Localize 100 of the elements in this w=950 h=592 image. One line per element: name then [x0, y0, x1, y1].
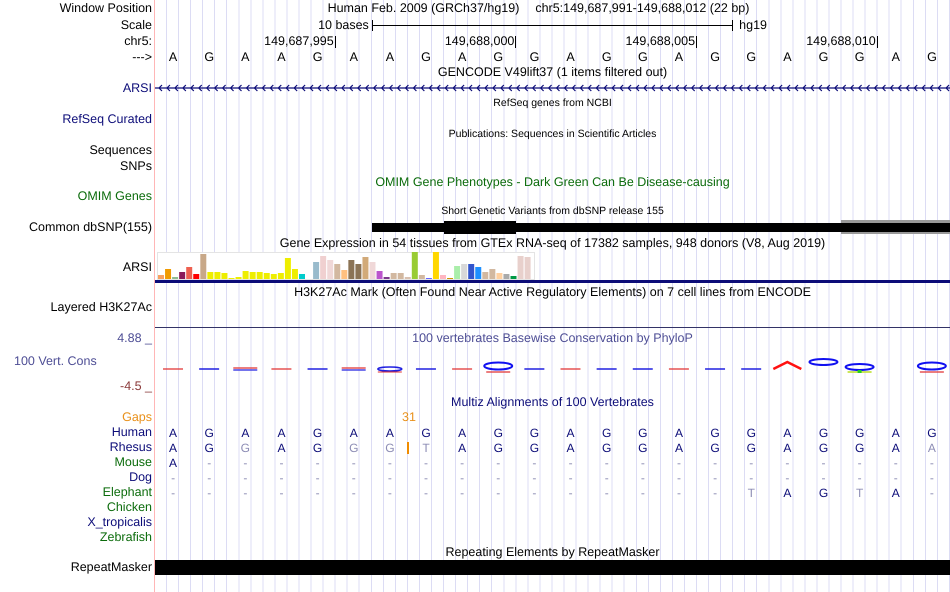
- aligned-base: A: [241, 426, 250, 438]
- aligned-base: -: [207, 472, 212, 484]
- aligned-base: G: [530, 442, 540, 454]
- aligned-base: -: [352, 486, 356, 498]
- aligned-base: T: [422, 442, 430, 454]
- aligned-base: -: [749, 472, 754, 484]
- aligned-base: A: [386, 426, 394, 438]
- track-title: Short Genetic Variants from dbSNP release 155: [441, 206, 664, 217]
- species-label[interactable]: Dog: [0, 470, 155, 485]
- aligned-base: -: [822, 472, 826, 484]
- base-letter: A: [384, 51, 396, 64]
- aligned-base: A: [892, 486, 900, 498]
- base-letter: G: [745, 51, 758, 64]
- aligned-base: G: [818, 486, 828, 498]
- aligned-base: -: [424, 472, 428, 484]
- row-label: chr5:: [123, 33, 153, 50]
- track-title: GENCODE V49lift37 (1 items filtered out): [438, 66, 668, 79]
- track-label[interactable]: Common dbSNP(155): [0, 220, 155, 235]
- track-label[interactable]: ARSI: [0, 80, 155, 96]
- aligned-base: G: [349, 442, 358, 454]
- species-label[interactable]: Human: [0, 425, 155, 440]
- aligned-base: A: [783, 442, 792, 454]
- aligned-base: A: [458, 442, 466, 454]
- base-letter: G: [203, 51, 216, 64]
- row-label: Window Position: [58, 0, 153, 17]
- species-label[interactable]: Rhesus: [0, 440, 155, 455]
- tick-mark: [334, 36, 336, 48]
- track-title: OMIM Gene Phenotypes - Dark Green Can Be Disease-causing: [375, 176, 730, 188]
- tick-mark: [696, 36, 698, 48]
- aligned-base: G: [818, 426, 828, 438]
- aligned-base: -: [568, 472, 573, 484]
- aligned-base: -: [785, 472, 790, 484]
- aligned-base: A: [674, 442, 683, 454]
- base-letter: A: [782, 51, 793, 64]
- base-letter: G: [926, 51, 938, 64]
- aligned-base: -: [460, 472, 464, 484]
- track-title: Multiz Alignments of 100 Vertebrates: [451, 396, 654, 409]
- track-label[interactable]: OMIM Genes: [0, 190, 155, 203]
- aligned-base: A: [674, 426, 683, 438]
- aligned-base: G: [710, 426, 720, 438]
- track-label[interactable]: ARSI: [0, 252, 155, 283]
- base-letter: A: [240, 51, 250, 64]
- aligned-base: -: [171, 486, 176, 498]
- aligned-base: A: [350, 426, 358, 438]
- base-letter: G: [818, 51, 830, 64]
- axis-max-label: 4.88 _: [116, 330, 154, 347]
- track-title: Gene Expression in 54 tissues from GTEx RNA-seq of 17382 samples, 948 donors (V8, Aug 2019): [280, 237, 826, 250]
- track-label[interactable]: Layered H3K27Ac: [0, 301, 155, 313]
- aligned-base: G: [240, 442, 250, 454]
- gap-count: 31: [402, 411, 416, 424]
- aligned-base: -: [640, 486, 645, 498]
- aligned-base: -: [207, 486, 212, 498]
- aligned-base: -: [568, 456, 573, 468]
- base-letter: G: [420, 51, 432, 64]
- aligned-base: -: [604, 486, 609, 498]
- species-label[interactable]: X_tropicalis: [0, 515, 155, 530]
- aligned-base: -: [713, 486, 718, 498]
- aligned-base: A: [892, 442, 900, 454]
- aligned-base: -: [460, 456, 464, 468]
- aligned-base: -: [460, 486, 464, 498]
- aligned-base: -: [171, 472, 176, 484]
- aligned-base: G: [854, 442, 864, 454]
- aligned-base: -: [858, 472, 862, 484]
- aligned-base: A: [928, 442, 936, 454]
- aligned-base: -: [352, 456, 356, 468]
- track-label[interactable]: RepeatMasker: [0, 560, 155, 575]
- aligned-base: G: [746, 426, 756, 438]
- base-letter: G: [312, 51, 324, 64]
- species-label[interactable]: Chicken: [0, 500, 155, 515]
- aligned-base: G: [638, 442, 648, 454]
- aligned-base: -: [388, 472, 392, 484]
- aligned-base: -: [388, 456, 392, 468]
- track-label[interactable]: Sequences: [0, 142, 155, 158]
- gene-strand-line[interactable]: [155, 83, 950, 93]
- aligned-base: -: [568, 486, 573, 498]
- position-tick-label: 149,688,010: [806, 35, 876, 48]
- track-label[interactable]: SNPs: [0, 158, 155, 174]
- aligned-base: A: [892, 426, 900, 438]
- expression-bars-drawing[interactable]: [157, 252, 535, 280]
- aligned-base: A: [566, 426, 575, 438]
- base-letter: G: [492, 51, 504, 64]
- aligned-base: -: [676, 472, 681, 484]
- species-label[interactable]: Zebrafish: [0, 530, 155, 545]
- aligned-base: -: [496, 486, 500, 498]
- track-label[interactable]: 100 Vert. Cons: [0, 349, 155, 377]
- axis-min-label: -4.5 _: [119, 378, 154, 395]
- aligned-base: -: [930, 486, 934, 498]
- base-letter: G: [854, 51, 866, 64]
- species-label[interactable]: Elephant: [0, 485, 155, 500]
- base-letter: G: [709, 51, 721, 64]
- track-label[interactable]: RefSeq Curated: [0, 111, 155, 127]
- aligned-base: G: [854, 426, 864, 438]
- aligned-base: G: [818, 442, 828, 454]
- aligned-base: G: [746, 442, 756, 454]
- aligned-base: -: [316, 456, 320, 468]
- row-label: --->: [131, 50, 153, 65]
- species-label[interactable]: Mouse: [0, 455, 155, 470]
- aligned-base: -: [279, 456, 284, 468]
- base-letter: A: [276, 51, 287, 64]
- aligned-base: -: [785, 456, 790, 468]
